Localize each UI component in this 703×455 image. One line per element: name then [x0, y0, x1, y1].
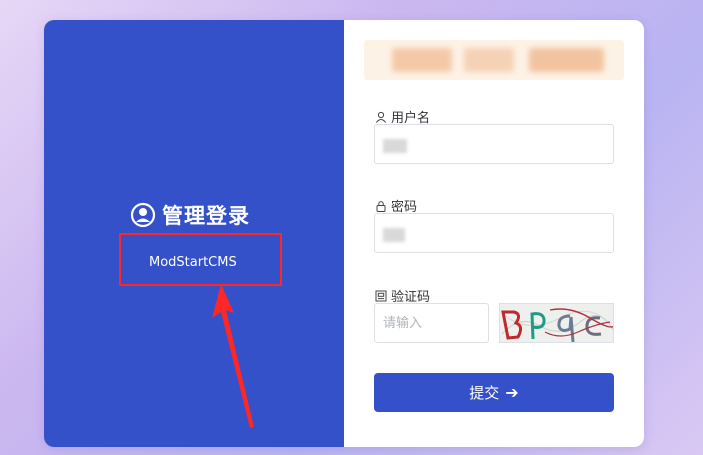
submit-button[interactable]: 提交 ➔	[374, 373, 614, 412]
masked-password	[383, 228, 405, 242]
username-input[interactable]	[374, 124, 614, 164]
right-panel: 用户名 密码 验证码 请输入 提交 ➔	[344, 20, 644, 447]
captcha-icon	[375, 290, 387, 301]
lock-icon	[376, 200, 386, 212]
login-card: 管理登录 ModStartCMS 用户名 密码 验证码 请输入 提交 ➔	[44, 20, 644, 447]
login-title-text: 管理登录	[162, 204, 250, 228]
user-icon	[375, 111, 387, 123]
masked-username	[383, 139, 407, 153]
captcha-input[interactable]	[374, 303, 489, 343]
annotation-arrow	[212, 284, 254, 428]
left-panel: 管理登录 ModStartCMS	[44, 20, 344, 447]
captcha-image[interactable]	[499, 303, 614, 343]
arrow-right-icon: ➔	[505, 383, 519, 402]
submit-button-label: 提交	[469, 384, 500, 402]
password-input[interactable]	[374, 213, 614, 253]
site-name: ModStartCMS	[149, 255, 237, 270]
blurred-logo	[364, 40, 624, 80]
login-title: 管理登录	[130, 200, 250, 230]
user-circle-icon	[130, 202, 156, 228]
